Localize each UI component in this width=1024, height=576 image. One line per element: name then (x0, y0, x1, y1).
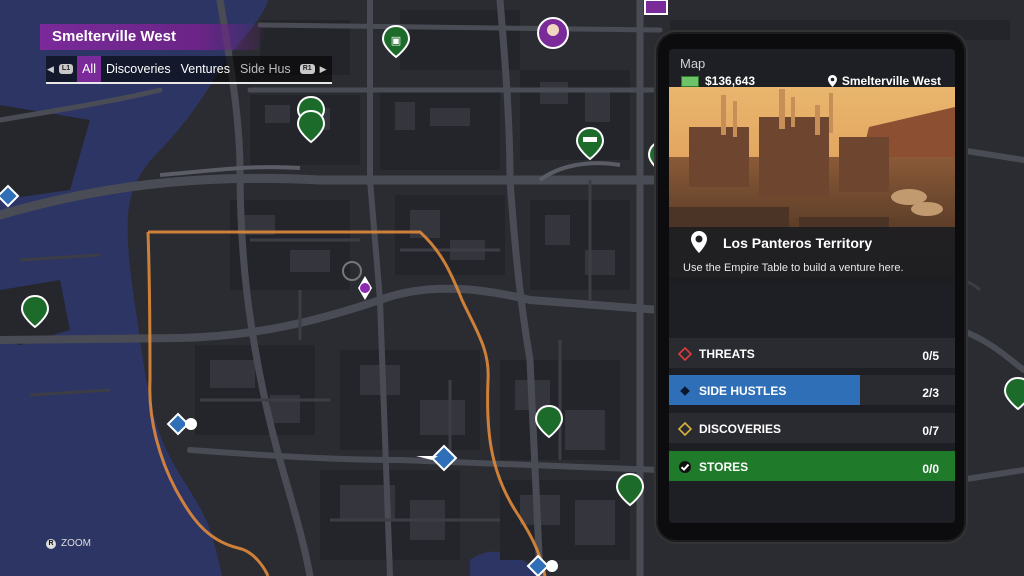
building-icon (644, 0, 668, 15)
tab-side-hustles[interactable]: Side Hus (235, 56, 296, 82)
territory-description: Use the Empire Table to build a venture … (683, 262, 904, 274)
location-display: Smelterville West (827, 74, 941, 88)
region-name: Smelterville West (52, 28, 176, 45)
blue-diamond-icon (678, 384, 692, 398)
red-diamond-icon (678, 347, 692, 361)
cash-display: $136,643 (681, 74, 755, 88)
vehicle-icon (166, 412, 197, 436)
stat-row-stores[interactable]: STORES 0/0 (669, 451, 955, 481)
territory-pin-icon (691, 231, 707, 253)
r1-button-hint: R1 (299, 64, 315, 74)
cash-icon (681, 75, 699, 87)
stat-label: STORES (699, 460, 749, 474)
stat-row-threats[interactable]: THREATS 0/5 (669, 338, 955, 368)
filter-tabs: ◀ L1 All Discoveries Ventures Side Hus R… (46, 56, 332, 82)
region-header: Smelterville West (40, 24, 268, 50)
r-button-icon: R (46, 538, 56, 549)
location-pin-icon (827, 75, 837, 87)
tab-all[interactable]: All (77, 56, 101, 82)
stat-label: SIDE HUSTLES (699, 384, 787, 398)
phone-title: Map (680, 56, 706, 71)
zoom-label: ZOOM (61, 538, 91, 549)
stat-count: 0/5 (922, 349, 939, 363)
boss-icon (537, 17, 569, 49)
zoom-hint: R ZOOM (46, 538, 91, 549)
phone-screen: Map $136,643 Smelterville West Los Pante… (669, 49, 955, 523)
stat-count: 2/3 (922, 386, 939, 400)
yellow-diamond-icon (678, 422, 692, 436)
cash-value: $136,643 (705, 74, 756, 88)
svg-text:▣: ▣ (391, 34, 401, 47)
territory-info: Los Panteros Territory Use the Empire Ta… (669, 227, 955, 283)
stat-row-discoveries[interactable]: DISCOVERIES 0/7 (669, 413, 955, 443)
store-icon (1003, 376, 1024, 411)
stat-row-side-hustles[interactable]: SIDE HUSTLES 2/3 (669, 375, 955, 405)
tab-discoveries[interactable]: Discoveries (101, 56, 176, 82)
stat-count: 0/0 (922, 462, 939, 476)
territory-name: Los Panteros Territory (723, 235, 873, 251)
stat-label: DISCOVERIES (699, 422, 782, 436)
tab-ventures[interactable]: Ventures (176, 56, 235, 82)
stat-count: 0/7 (922, 424, 939, 438)
stat-label: THREATS (699, 347, 755, 361)
filter-underline (46, 82, 332, 84)
l1-button-hint: L1 (58, 64, 74, 74)
arrow-right-icon[interactable]: ▶ (320, 64, 327, 75)
arrow-left-icon[interactable]: ◀ (47, 64, 54, 75)
location-name: Smelterville West (841, 74, 941, 88)
checkmark-icon (679, 461, 691, 473)
